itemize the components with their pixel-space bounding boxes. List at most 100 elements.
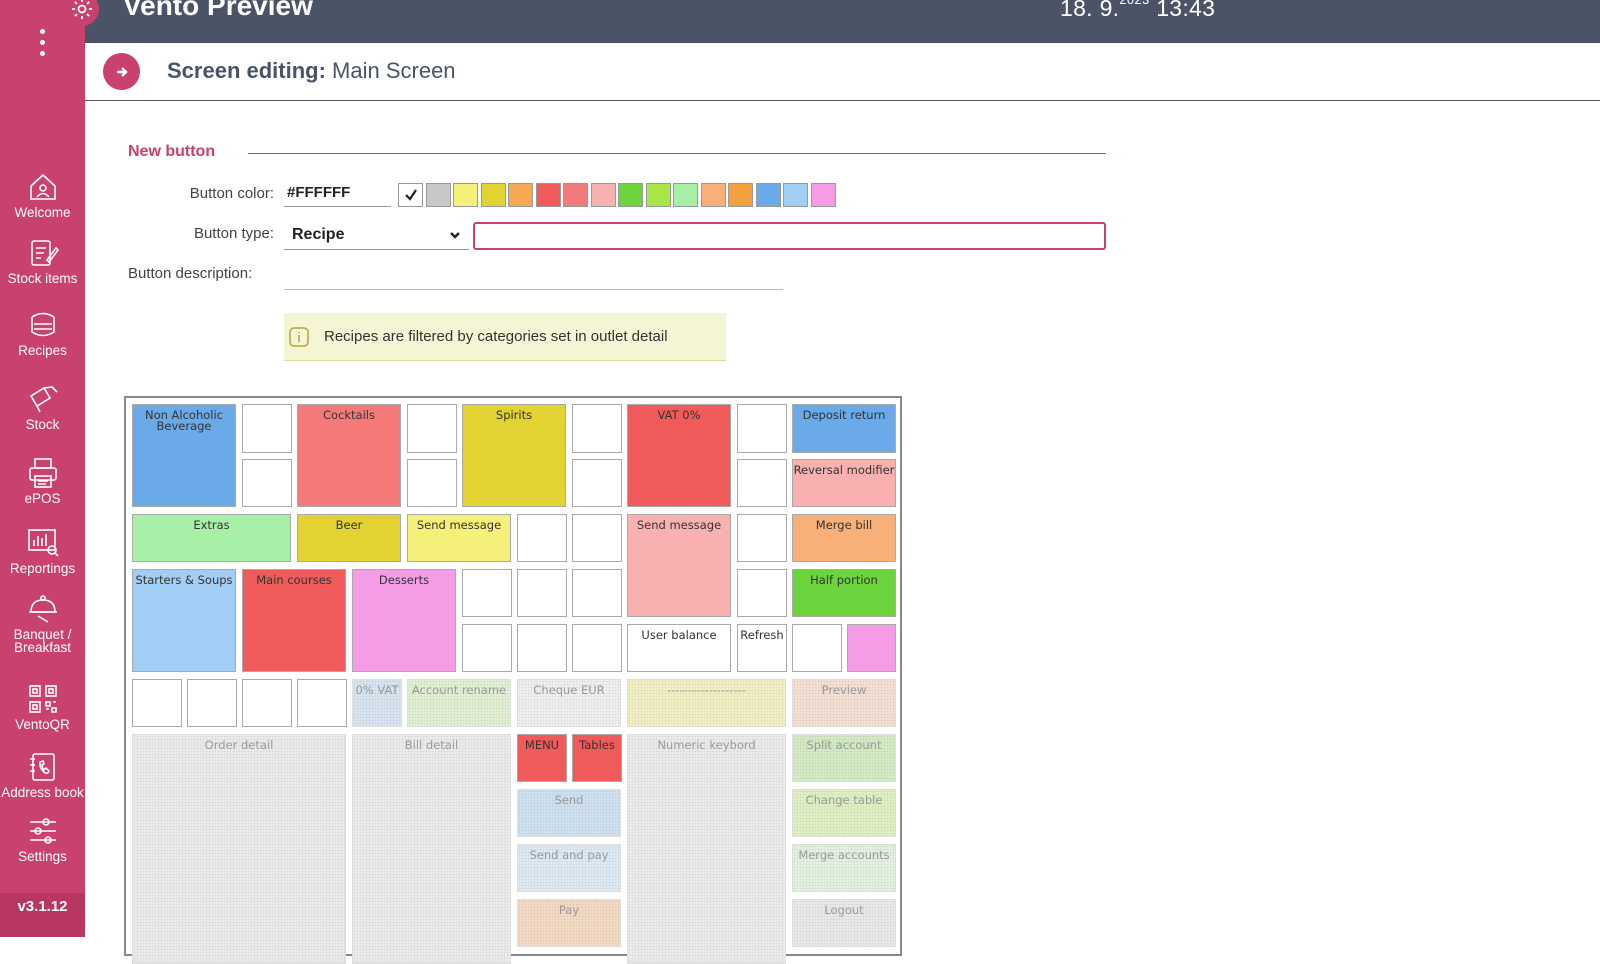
grid-empty-slot[interactable] bbox=[242, 679, 292, 727]
grid-fixed-cheque-eur[interactable]: Cheque EUR bbox=[517, 679, 621, 727]
grid-empty-slot[interactable] bbox=[572, 569, 622, 617]
grid-button-reversal-modifier[interactable]: Reversal modifier bbox=[792, 459, 896, 507]
grid-fixed-0-vat[interactable]: 0% VAT bbox=[352, 679, 402, 727]
kebab-menu-icon[interactable] bbox=[0, 22, 85, 62]
grid-fixed-separator[interactable]: ------------------- bbox=[627, 679, 786, 727]
color-swatch[interactable] bbox=[700, 183, 726, 207]
grid-empty-slot[interactable] bbox=[407, 404, 457, 453]
grid-empty-slot[interactable] bbox=[737, 404, 787, 453]
sidebar-item-epos[interactable]: ePOS bbox=[0, 456, 85, 520]
page-title-bold: Screen editing: bbox=[167, 58, 326, 83]
grid-button-merge-bill[interactable]: Merge bill bbox=[792, 514, 896, 562]
grid-empty-slot[interactable] bbox=[737, 459, 787, 507]
grid-button-deposit-return[interactable]: Deposit return bbox=[792, 404, 896, 453]
recipe-search-input[interactable] bbox=[473, 222, 1106, 250]
grid-empty-slot[interactable] bbox=[572, 514, 622, 562]
back-button[interactable] bbox=[103, 53, 140, 90]
sidebar-item-address-book[interactable]: Address book bbox=[0, 750, 85, 814]
printer-icon bbox=[28, 458, 57, 488]
grid-button-user-balance[interactable]: User balance bbox=[627, 624, 731, 672]
grid-empty-slot[interactable] bbox=[242, 459, 292, 507]
grid-fixed-send[interactable]: Send bbox=[517, 789, 621, 837]
grid-button-half-portion[interactable]: Half portion bbox=[792, 569, 896, 617]
grid-fixed-order-detail[interactable]: Order detail bbox=[132, 734, 346, 964]
color-swatch[interactable] bbox=[398, 183, 423, 207]
grid-button-refresh[interactable]: Refresh bbox=[737, 624, 787, 672]
grid-fixed-send-and-pay[interactable]: Send and pay bbox=[517, 844, 621, 892]
sidebar: Welcome Stock items Recipes Stock ePOS R… bbox=[0, 0, 85, 937]
color-swatch[interactable] bbox=[590, 183, 616, 207]
button-color-input[interactable]: #FFFFFF bbox=[284, 180, 391, 207]
color-swatch[interactable] bbox=[673, 183, 698, 207]
app-title: Vento Preview bbox=[123, 0, 313, 21]
grid-empty-slot[interactable] bbox=[572, 624, 622, 672]
color-swatch[interactable] bbox=[810, 183, 836, 207]
grid-fixed-change-table[interactable]: Change table bbox=[792, 789, 896, 837]
grid-empty-slot[interactable] bbox=[572, 404, 622, 453]
color-swatch[interactable] bbox=[728, 183, 753, 207]
sidebar-item-recipes[interactable]: Recipes bbox=[0, 308, 85, 372]
color-swatch[interactable] bbox=[425, 183, 451, 207]
color-swatch[interactable] bbox=[783, 183, 808, 207]
sidebar-item-stock-items[interactable]: Stock items bbox=[0, 236, 85, 300]
screen-button-grid: Non Alcoholic Beverage Cocktails Spirits… bbox=[124, 396, 902, 964]
grid-button-menu[interactable]: MENU bbox=[517, 734, 567, 782]
grid-button-starters-soups[interactable]: Starters & Soups bbox=[132, 569, 236, 672]
grid-empty-slot[interactable] bbox=[407, 459, 457, 507]
grid-button-send-message-2[interactable]: Send message bbox=[627, 514, 731, 617]
grid-button-tables[interactable]: Tables bbox=[572, 734, 622, 782]
color-swatch[interactable] bbox=[645, 183, 671, 207]
button-type-select[interactable]: Recipe bbox=[284, 222, 469, 250]
sidebar-item-ventoqr[interactable]: VentoQR bbox=[0, 682, 85, 746]
grid-empty-slot[interactable] bbox=[297, 679, 347, 727]
grid-empty-slot[interactable] bbox=[132, 679, 182, 727]
grid-empty-slot[interactable] bbox=[242, 404, 292, 453]
sidebar-item-banquet-breakfast[interactable]: Banquet / Breakfast bbox=[0, 592, 85, 656]
check-icon bbox=[404, 189, 417, 201]
grid-empty-slot[interactable] bbox=[462, 624, 512, 672]
button-description-input[interactable] bbox=[284, 262, 783, 290]
grid-fixed-split-account[interactable]: Split account bbox=[792, 734, 896, 782]
grid-fixed-pay[interactable]: Pay bbox=[517, 899, 621, 947]
grid-fixed-numeric-keyboard[interactable]: Numeric keybord bbox=[627, 734, 786, 964]
grid-empty-slot[interactable] bbox=[572, 459, 622, 507]
grid-button-cocktails[interactable]: Cocktails bbox=[297, 404, 401, 507]
color-swatch[interactable] bbox=[480, 183, 506, 207]
grid-empty-slot[interactable] bbox=[462, 569, 512, 617]
sidebar-item-stock[interactable]: Stock bbox=[0, 382, 85, 446]
sidebar-item-reportings[interactable]: Reportings bbox=[0, 526, 85, 590]
sidebar-item-settings[interactable]: Settings bbox=[0, 814, 85, 878]
grid-button-non-alcoholic-beverage[interactable]: Non Alcoholic Beverage bbox=[132, 404, 236, 507]
grid-empty-slot[interactable] bbox=[737, 514, 787, 562]
section-divider bbox=[248, 153, 1106, 154]
grid-button-violet[interactable] bbox=[847, 624, 896, 672]
color-swatch[interactable] bbox=[535, 183, 561, 207]
grid-fixed-account-rename[interactable]: Account rename bbox=[407, 679, 511, 727]
grid-button-send-message[interactable]: Send message bbox=[407, 514, 511, 562]
grid-empty-slot[interactable] bbox=[517, 569, 567, 617]
grid-button-extras[interactable]: Extras bbox=[132, 514, 291, 562]
grid-empty-slot[interactable] bbox=[517, 624, 567, 672]
grid-fixed-merge-accounts[interactable]: Merge accounts bbox=[792, 844, 896, 892]
grid-button-main-courses[interactable]: Main courses bbox=[242, 569, 346, 672]
grid-fixed-bill-detail[interactable]: Bill detail bbox=[352, 734, 511, 964]
grid-empty-slot[interactable] bbox=[187, 679, 237, 727]
grid-button-spirits[interactable]: Spirits bbox=[462, 404, 566, 507]
color-swatch[interactable] bbox=[618, 183, 643, 207]
grid-button-beer[interactable]: Beer bbox=[297, 514, 401, 562]
grid-empty-slot[interactable] bbox=[517, 514, 567, 562]
date-time: 18. 9.2023 13:43 bbox=[1060, 0, 1215, 22]
grid-fixed-logout[interactable]: Logout bbox=[792, 899, 896, 947]
grid-empty-slot[interactable] bbox=[737, 569, 787, 617]
color-swatch[interactable] bbox=[563, 183, 588, 207]
color-swatch[interactable] bbox=[755, 183, 781, 207]
grid-empty-slot[interactable] bbox=[792, 624, 842, 672]
color-swatch[interactable] bbox=[453, 183, 478, 207]
info-text: Recipes are filtered by categories set i… bbox=[324, 328, 668, 345]
grid-button-desserts[interactable]: Desserts bbox=[352, 569, 456, 672]
grid-fixed-preview[interactable]: Preview bbox=[792, 679, 896, 727]
sidebar-item-welcome[interactable]: Welcome bbox=[0, 170, 85, 234]
grid-button-vat-0[interactable]: VAT 0% bbox=[627, 404, 731, 507]
recipes-icon bbox=[30, 312, 55, 337]
color-swatch[interactable] bbox=[508, 183, 533, 207]
